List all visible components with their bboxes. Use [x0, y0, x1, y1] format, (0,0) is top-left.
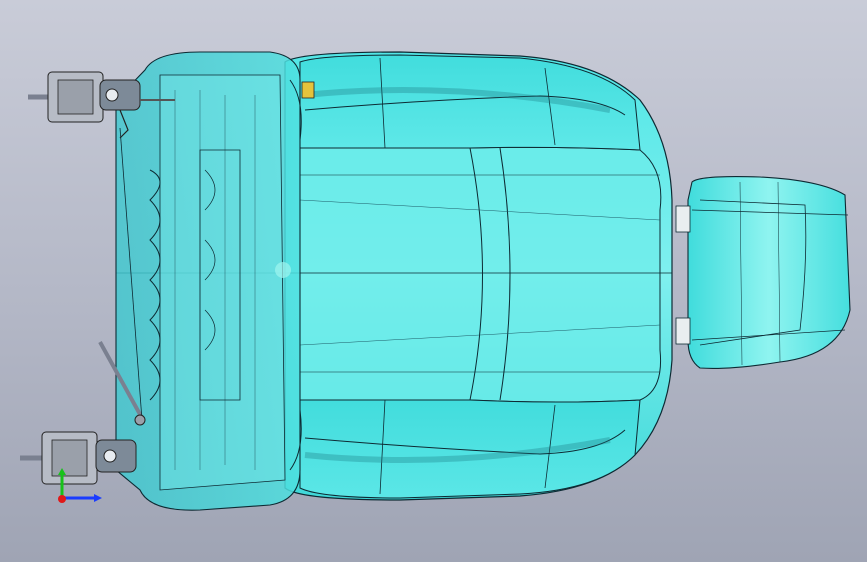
x-axis-arrowhead [94, 494, 102, 502]
graphics-viewport[interactable] [0, 0, 867, 562]
y-axis-arrowhead [58, 468, 66, 475]
origin-point [58, 495, 66, 503]
seatback-frame[interactable] [115, 51, 302, 511]
headrest[interactable] [675, 176, 851, 369]
coordinate-triad [58, 468, 102, 503]
seat-assembly-model[interactable] [0, 0, 867, 562]
